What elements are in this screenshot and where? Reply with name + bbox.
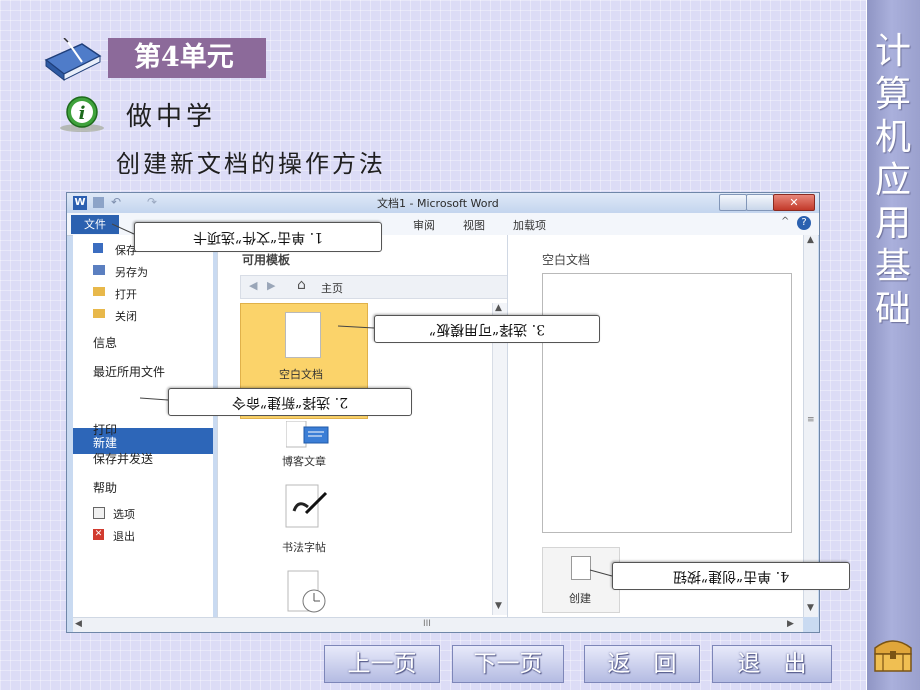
next-page-button[interactable]: 下一页 (452, 645, 564, 683)
callout-step-2: 2. 选择“新建”命令 (168, 388, 412, 416)
prev-page-button[interactable]: 上一页 (324, 645, 440, 683)
callout-step-3: 3. 选择“可用模板” (374, 315, 600, 343)
callout-step-1: 1. 单击“文件”选项卡 (134, 222, 382, 252)
back-button[interactable]: 返 回 (584, 645, 700, 683)
treasure-chest-icon[interactable] (871, 632, 915, 674)
exit-button[interactable]: 退 出 (712, 645, 832, 683)
callout-step-4: 4. 单击“创建”按钮 (612, 562, 850, 590)
course-title: 计算机应用基础 (874, 31, 911, 330)
